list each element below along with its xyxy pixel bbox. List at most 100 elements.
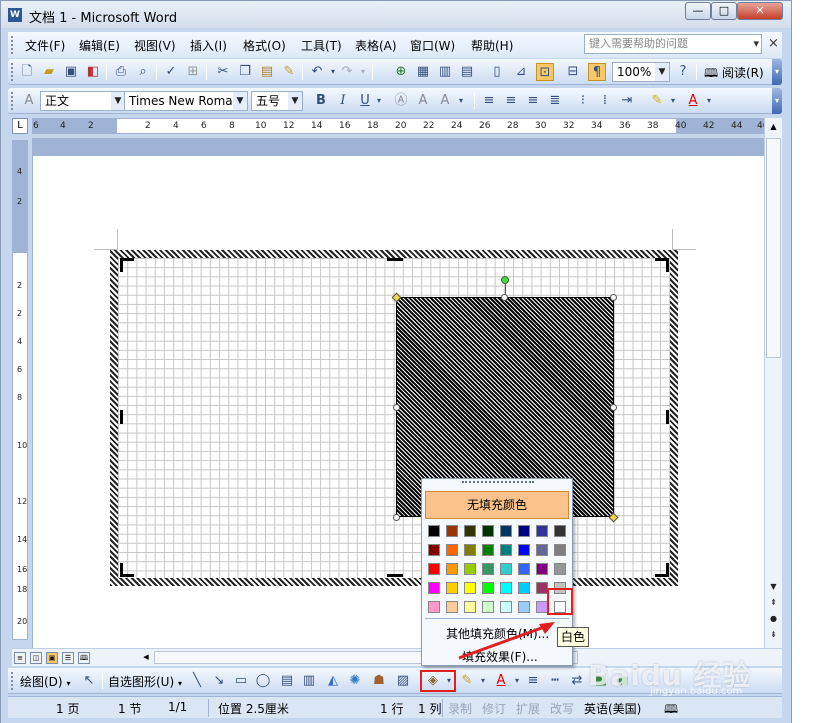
- no-fill-button[interactable]: 无填充颜色: [425, 491, 569, 519]
- bullets-icon[interactable]: ⁞: [596, 92, 614, 110]
- read-button[interactable]: 🕮 阅读(R): [704, 64, 764, 85]
- cut-icon[interactable]: ✂: [214, 63, 232, 81]
- status-track-changes[interactable]: 修订: [482, 700, 506, 717]
- toolbar-grip[interactable]: [11, 672, 14, 690]
- color-swatch[interactable]: [428, 601, 440, 613]
- color-swatch[interactable]: [482, 582, 494, 594]
- bold-button[interactable]: B: [312, 92, 330, 110]
- insert-table-icon[interactable]: ▥: [436, 63, 454, 81]
- numbering-icon[interactable]: ⁝: [574, 92, 592, 110]
- select-objects-icon[interactable]: ↖: [80, 672, 98, 690]
- wordart-icon[interactable]: ◭: [324, 672, 342, 690]
- status-record[interactable]: 录制: [448, 700, 472, 717]
- arrow-style-icon[interactable]: ⇄: [568, 672, 586, 690]
- drawing-toggle-icon[interactable]: ⊿: [512, 63, 530, 81]
- toolbar-grip[interactable]: [11, 63, 14, 81]
- color-swatch[interactable]: [446, 544, 458, 556]
- arrow-icon[interactable]: ↘: [210, 672, 228, 690]
- color-swatch[interactable]: [500, 563, 512, 575]
- copy-icon[interactable]: ❐: [236, 63, 254, 81]
- align-right-icon[interactable]: ≡: [524, 92, 542, 110]
- permission-icon[interactable]: ◧: [84, 63, 102, 81]
- open-folder-icon[interactable]: ▰: [40, 63, 58, 81]
- rotate-handle[interactable]: [501, 276, 509, 284]
- color-swatch[interactable]: [500, 601, 512, 613]
- previous-page-icon[interactable]: ⇞: [765, 598, 782, 607]
- styles-formatting-icon[interactable]: A: [20, 92, 38, 110]
- help-search-input[interactable]: 键入需要帮助的问题 ▾: [584, 34, 762, 54]
- scroll-down-icon[interactable]: ▼: [765, 582, 782, 591]
- scroll-left-icon[interactable]: ◀: [140, 652, 152, 664]
- color-swatch[interactable]: [518, 563, 530, 575]
- close-window-button[interactable]: ✕: [737, 2, 783, 20]
- menu-edit[interactable]: 编辑(E): [79, 37, 120, 54]
- color-swatch[interactable]: [482, 544, 494, 556]
- chevron-down-icon[interactable]: ▾: [753, 35, 759, 53]
- color-swatch[interactable]: [518, 582, 530, 594]
- color-swatch[interactable]: [428, 544, 440, 556]
- status-overtype[interactable]: 改写: [550, 700, 574, 717]
- shape-resize-handle[interactable]: [393, 404, 400, 411]
- color-swatch[interactable]: [464, 525, 476, 537]
- canvas-resize-handle[interactable]: [120, 258, 134, 272]
- menu-help[interactable]: 帮助(H): [471, 37, 513, 54]
- color-swatch[interactable]: [464, 544, 476, 556]
- font-color-dropdown-icon[interactable]: ▾: [700, 92, 718, 110]
- rectangle-icon[interactable]: ▭: [232, 672, 250, 690]
- hyperlink-icon[interactable]: ⊕: [392, 63, 410, 81]
- shape-resize-handle[interactable]: [610, 404, 617, 411]
- color-swatch[interactable]: [464, 563, 476, 575]
- color-swatch[interactable]: [536, 544, 548, 556]
- status-extend[interactable]: 扩展: [516, 700, 540, 717]
- color-swatch[interactable]: [500, 582, 512, 594]
- canvas-resize-handle[interactable]: [387, 258, 403, 261]
- picture-icon[interactable]: ▨: [394, 672, 412, 690]
- style-select[interactable]: 正文 ▼: [40, 91, 126, 111]
- color-swatch[interactable]: [482, 525, 494, 537]
- vertical-scrollbar[interactable]: ▲ ▼ ⇞ ● ⇟: [764, 118, 782, 648]
- menu-table[interactable]: 表格(A): [355, 37, 397, 54]
- oval-icon[interactable]: ◯: [254, 672, 272, 690]
- tab-selector[interactable]: L: [12, 118, 28, 134]
- spelling-icon[interactable]: ✓: [162, 63, 180, 81]
- color-swatch[interactable]: [554, 563, 566, 575]
- textbox-icon[interactable]: ▤: [278, 672, 296, 690]
- vertical-ruler[interactable]: 4 2 2 2 4 6 8 10 12 14 16 18 20: [12, 140, 28, 640]
- redo-dropdown-icon[interactable]: ▾: [354, 63, 372, 81]
- canvas-resize-handle[interactable]: [655, 258, 669, 272]
- underline-dropdown-icon[interactable]: ▾: [370, 92, 388, 110]
- color-swatch[interactable]: [554, 544, 566, 556]
- font-select[interactable]: Times New Roman ▼: [124, 91, 248, 111]
- shape-resize-handle[interactable]: [610, 294, 617, 301]
- menu-tools[interactable]: 工具(T): [301, 37, 342, 54]
- chevron-down-icon[interactable]: ▼: [288, 92, 302, 110]
- menu-format[interactable]: 格式(O): [243, 37, 286, 54]
- minimize-button[interactable]: —: [685, 2, 711, 20]
- menu-view[interactable]: 视图(V): [134, 37, 176, 54]
- color-swatch[interactable]: [446, 582, 458, 594]
- menu-file[interactable]: 文件(F): [25, 37, 65, 54]
- outline-view-icon[interactable]: ☰: [62, 652, 74, 664]
- canvas-resize-handle[interactable]: [120, 563, 134, 577]
- chevron-down-icon[interactable]: ▼: [111, 92, 125, 110]
- chevron-down-icon[interactable]: ▼: [655, 63, 669, 81]
- menubar-grip[interactable]: [11, 36, 14, 54]
- document-map-icon[interactable]: ⊡: [536, 63, 554, 81]
- autoshapes-button[interactable]: 自选图形(U) ▾: [108, 673, 182, 690]
- menu-insert[interactable]: 插入(I): [190, 37, 227, 54]
- web-view-icon[interactable]: ◫: [30, 652, 42, 664]
- print-view-icon[interactable]: ▣: [46, 652, 58, 664]
- toolbar-grip[interactable]: [11, 92, 14, 110]
- help-icon[interactable]: ?: [674, 63, 692, 81]
- increase-indent-icon[interactable]: ⇥: [618, 92, 636, 110]
- color-swatch[interactable]: [536, 525, 548, 537]
- chevron-down-icon[interactable]: ▼: [233, 92, 247, 110]
- spelling-status-icon[interactable]: 🕮: [664, 700, 678, 721]
- close-document-button[interactable]: ×: [768, 36, 779, 51]
- color-swatch[interactable]: [518, 601, 530, 613]
- canvas-resize-handle[interactable]: [120, 410, 123, 424]
- color-swatch[interactable]: [554, 525, 566, 537]
- insert-excel-icon[interactable]: ▤: [458, 63, 476, 81]
- color-swatch[interactable]: [428, 582, 440, 594]
- align-center-icon[interactable]: ≡: [502, 92, 520, 110]
